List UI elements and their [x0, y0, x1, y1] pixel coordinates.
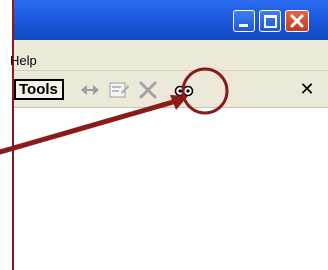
- close-icon: [290, 14, 304, 28]
- tools-label: Tools: [14, 79, 64, 100]
- properties-icon[interactable]: [108, 80, 130, 100]
- left-panel-edge: [0, 0, 14, 270]
- content-area: [14, 108, 328, 270]
- minimize-button[interactable]: [233, 10, 255, 32]
- menu-help[interactable]: Help: [10, 53, 37, 68]
- maximize-button[interactable]: [259, 10, 281, 32]
- move-icon[interactable]: [79, 80, 101, 100]
- menu-bar: Help: [10, 40, 328, 71]
- toolbar-close-button[interactable]: ✕: [299, 78, 315, 100]
- delete-icon[interactable]: [137, 80, 159, 100]
- title-bar[interactable]: [14, 0, 328, 40]
- tools-toolbar: Tools ✕: [14, 71, 328, 108]
- view-glasses-icon[interactable]: [173, 80, 195, 100]
- application-window: Help Tools ✕: [10, 0, 328, 270]
- close-window-button[interactable]: [285, 10, 309, 32]
